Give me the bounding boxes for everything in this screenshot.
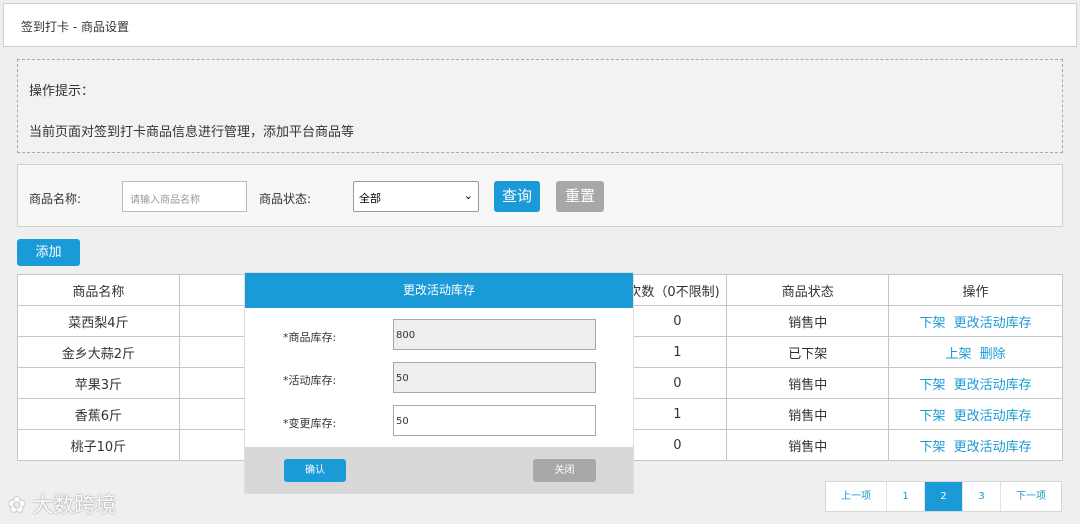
change-stock-dialog: 更改活动库存 *商品库存: 800 *活动库存: 50 *变更库存: 50 确认… [244,272,634,494]
change-stock-label: *变更库存: [283,417,337,430]
op-link[interactable]: 更改活动库存 [954,316,1032,331]
col-header-count: 次数（0不限制) [627,274,728,306]
stock-label: *商品库存: [283,331,337,344]
status-select-value: 全部 [359,192,381,205]
cell-name: 苹果3斤 [17,367,180,399]
cell-name: 香蕉6斤 [17,398,180,430]
op-link[interactable]: 更改活动库存 [954,378,1032,393]
filter-bar: 商品名称: 请输入商品名称 商品状态: 全部 ⌄ 查询 重置 [17,164,1063,227]
chevron-down-icon: ⌄ [463,189,473,202]
watermark-icon: ✿ [8,493,26,517]
cell-count: 0 [627,367,728,399]
cell-status: 销售中 [726,429,890,461]
name-filter-label: 商品名称: [29,192,82,206]
tips-panel: 操作提示： 当前页面对签到打卡商品信息进行管理，添加平台商品等 [17,59,1063,153]
activity-stock-field: 50 [393,362,596,393]
reset-button[interactable]: 重置 [556,181,604,212]
watermark-text: 大数跨境 [32,493,117,517]
dialog-title: 更改活动库存 [245,273,633,308]
col-header-name: 商品名称 [17,274,180,306]
op-link[interactable]: 下架 [920,409,946,424]
page-button[interactable]: 3 [963,482,1001,511]
next-page-button[interactable]: 下一项 [1001,482,1061,511]
status-filter-label: 商品状态: [259,192,312,206]
op-link[interactable]: 下架 [920,378,946,393]
stock-field: 800 [393,319,596,350]
op-link[interactable]: 上架 [946,347,972,362]
page-button[interactable]: 1 [887,482,925,511]
watermark-logo: ✿ 大数跨境 [8,489,116,519]
op-link[interactable]: 更改活动库存 [954,409,1032,424]
op-link[interactable]: 下架 [920,440,946,455]
cell-status: 销售中 [726,305,890,337]
status-select[interactable]: 全部 ⌄ [353,181,479,212]
cell-ops: 下架 更改活动库存 [888,367,1063,399]
add-button[interactable]: 添加 [17,239,80,266]
cell-count: 1 [627,336,728,368]
pagination: 上一项 1 2 3 下一项 [825,481,1062,512]
op-link[interactable]: 下架 [920,316,946,331]
prev-page-button[interactable]: 上一项 [826,482,887,511]
confirm-button[interactable]: 确认 [284,459,346,482]
page-header: 签到打卡 - 商品设置 [3,3,1077,47]
op-link[interactable]: 更改活动库存 [954,440,1032,455]
activity-stock-label: *活动库存: [283,374,337,387]
cell-status: 销售中 [726,398,890,430]
dialog-footer: 确认 关闭 [245,447,633,493]
cell-name: 金乡大蒜2斤 [17,336,180,368]
col-header-ops: 操作 [888,274,1063,306]
breadcrumb: 签到打卡 - 商品设置 [21,20,129,34]
cell-status: 已下架 [726,336,890,368]
close-button[interactable]: 关闭 [533,459,596,482]
cell-count: 0 [627,305,728,337]
op-link[interactable]: 删除 [980,347,1006,362]
cell-count: 1 [627,398,728,430]
tips-text: 当前页面对签到打卡商品信息进行管理，添加平台商品等 [29,125,355,140]
col-header-status: 商品状态 [726,274,890,306]
cell-ops: 下架 更改活动库存 [888,305,1063,337]
page-button-current[interactable]: 2 [925,482,963,511]
cell-name: 菜西梨4斤 [17,305,180,337]
cell-ops: 下架 更改活动库存 [888,429,1063,461]
cell-name: 桃子10斤 [17,429,180,461]
cell-ops: 上架 删除 [888,336,1063,368]
change-stock-input[interactable]: 50 [393,405,596,436]
query-button[interactable]: 查询 [494,181,540,212]
tips-title: 操作提示： [29,84,95,99]
cell-count: 0 [627,429,728,461]
cell-ops: 下架 更改活动库存 [888,398,1063,430]
name-search-input[interactable]: 请输入商品名称 [122,181,247,212]
cell-status: 销售中 [726,367,890,399]
